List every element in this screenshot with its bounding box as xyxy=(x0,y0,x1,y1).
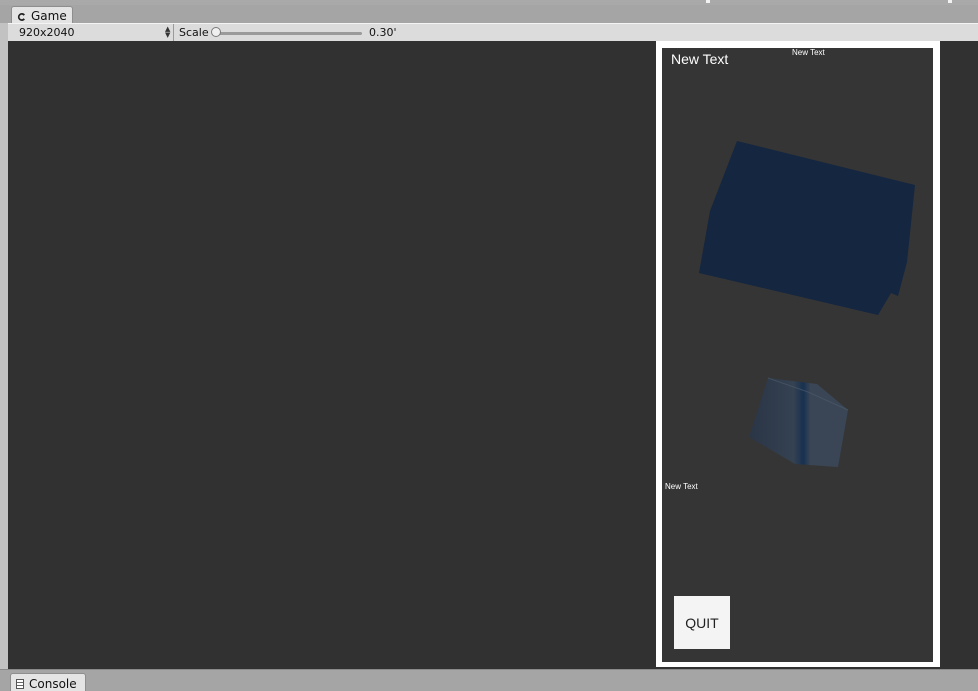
scale-slider-thumb[interactable] xyxy=(211,27,221,37)
cube-object xyxy=(749,378,848,467)
console-bar: Console xyxy=(0,669,978,691)
unity-editor: Game 920x2040 ▲ ▼ Scale 0.30' New Text N… xyxy=(0,0,978,691)
game-viewport: New Text New Text New Text QUIT xyxy=(8,41,978,669)
scale-slider-track[interactable] xyxy=(216,32,362,35)
scene-objects xyxy=(699,141,915,467)
new-text-large: New Text xyxy=(671,51,729,67)
left-border xyxy=(0,23,8,669)
strip-marker xyxy=(948,0,952,3)
blue-slab xyxy=(699,141,915,315)
tab-console[interactable]: Console xyxy=(10,673,86,691)
console-log-icon xyxy=(16,678,24,689)
tab-game[interactable]: Game xyxy=(11,6,73,24)
quit-button[interactable]: QUIT xyxy=(674,596,730,649)
unity-game-icon xyxy=(17,11,27,21)
resolution-value: 920x2040 xyxy=(19,26,75,39)
game-toolbar: 920x2040 ▲ ▼ Scale 0.30' xyxy=(8,23,978,42)
game-screen[interactable]: New Text New Text New Text QUIT xyxy=(662,48,933,662)
new-text-small-mid: New Text xyxy=(665,482,698,491)
tab-console-label: Console xyxy=(29,676,77,691)
strip-marker xyxy=(706,0,710,3)
scale-label: Scale xyxy=(179,26,209,39)
resolution-dropdown[interactable]: 920x2040 ▲ ▼ xyxy=(8,24,174,41)
tab-game-label: Game xyxy=(31,8,67,23)
up-down-arrows-icon: ▲ ▼ xyxy=(165,25,171,39)
new-text-small-top: New Text xyxy=(792,48,825,57)
tab-bar: Game xyxy=(0,5,978,24)
scale-value: 0.30' xyxy=(369,26,397,39)
